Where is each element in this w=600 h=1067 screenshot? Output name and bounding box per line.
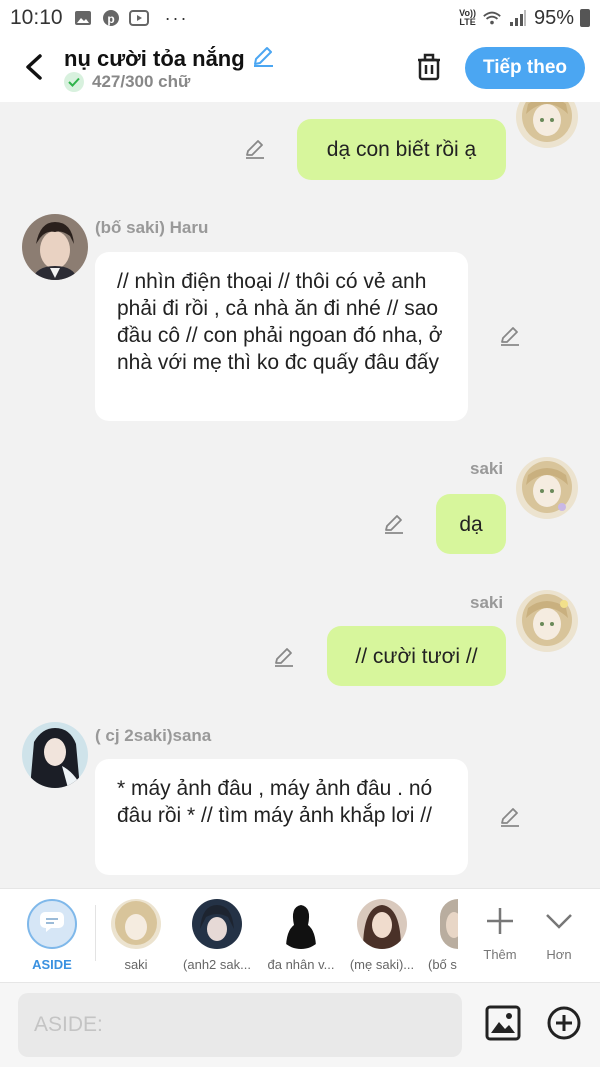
- battery-icon: [580, 9, 590, 27]
- more-notifications-icon: ···: [164, 7, 189, 28]
- character-selector: ASIDE saki (anh2 sak... đa nhân v... (mẹ…: [0, 888, 600, 983]
- signal-icon: [508, 9, 528, 27]
- message-bubble[interactable]: dạ: [436, 494, 506, 554]
- character-anh2-saki[interactable]: [192, 899, 242, 949]
- message-bubble[interactable]: * máy ảnh đâu , máy ảnh đâu . nó đâu rồi…: [95, 759, 468, 875]
- character-label: đa nhân v...: [267, 957, 335, 972]
- edit-icon[interactable]: [272, 645, 296, 669]
- chat-area[interactable]: dạ con biết rồi ạ (bố saki) Haru // nhìn…: [0, 102, 600, 888]
- check-icon: [64, 72, 84, 92]
- message-text: // nhìn điện thoại // thôi có vẻ anh phả…: [117, 270, 443, 374]
- edit-icon[interactable]: [498, 324, 522, 348]
- svg-text:p: p: [107, 12, 114, 26]
- sender-name: saki: [470, 459, 504, 478]
- message-input[interactable]: [18, 993, 462, 1057]
- sender-name: ( cj 2saki)sana: [95, 726, 212, 745]
- avatar-saki[interactable]: [516, 457, 578, 519]
- message-text: dạ con biết rồi ạ: [326, 138, 477, 161]
- battery-percent: 95%: [533, 6, 574, 29]
- more-label: Hơn: [546, 947, 572, 962]
- character-label: (mẹ saki)...: [349, 957, 415, 972]
- gallery-notification-icon: [73, 9, 93, 27]
- pinterest-notification-icon: p: [101, 9, 121, 27]
- back-arrow-icon[interactable]: [20, 52, 48, 82]
- plus-icon[interactable]: [480, 901, 520, 941]
- aside-label: ASIDE: [32, 957, 72, 972]
- character-label: (anh2 sak...: [183, 957, 251, 972]
- message-bubble[interactable]: dạ con biết rồi ạ: [297, 119, 506, 180]
- sender-name: (bố saki) Haru: [95, 218, 209, 237]
- input-bar: [0, 983, 600, 1067]
- video-notification-icon: [128, 9, 149, 27]
- chat-bubble-icon: [39, 911, 65, 938]
- word-count: 427/300 chữ: [64, 72, 190, 92]
- edit-icon[interactable]: [498, 805, 522, 829]
- volte-icon: Vo)) LTE: [459, 8, 476, 27]
- character-multi[interactable]: [276, 899, 326, 949]
- message-text: dạ: [459, 512, 483, 536]
- avatar-saki[interactable]: [516, 102, 578, 148]
- avatar-sana[interactable]: [22, 722, 88, 788]
- story-title-text: nụ cười tỏa nắng: [64, 46, 245, 71]
- message-bubble[interactable]: // nhìn điện thoại // thôi có vẻ anh phả…: [95, 252, 468, 421]
- editor-header: nụ cười tỏa nắng 427/300 chữ Tiếp theo: [0, 36, 600, 102]
- trash-icon[interactable]: [414, 52, 444, 82]
- story-title[interactable]: nụ cười tỏa nắng: [64, 44, 275, 74]
- avatar-haru[interactable]: [22, 214, 88, 280]
- avatar-saki[interactable]: [516, 590, 578, 652]
- message-text: * máy ảnh đâu , máy ảnh đâu . nó đâu rồi…: [117, 777, 433, 827]
- status-bar: 10:10 p ··· Vo)) LTE 95%: [0, 0, 600, 36]
- image-icon[interactable]: [485, 1005, 523, 1043]
- character-saki[interactable]: [111, 899, 161, 949]
- divider: [95, 905, 96, 961]
- word-count-text: 427/300 chữ: [92, 72, 191, 91]
- status-time: 10:10: [10, 6, 63, 29]
- add-circle-icon[interactable]: [546, 1005, 584, 1043]
- character-me-saki[interactable]: [357, 899, 407, 949]
- add-character-label: Thêm: [483, 947, 517, 962]
- next-button[interactable]: Tiếp theo: [465, 47, 585, 89]
- pencil-icon[interactable]: [251, 44, 275, 74]
- character-bo-saki[interactable]: [440, 899, 458, 949]
- sender-name: saki: [470, 593, 504, 612]
- aside-button[interactable]: [27, 899, 77, 949]
- message-bubble[interactable]: // cười tươi //: [327, 626, 506, 686]
- chevron-down-icon[interactable]: [539, 901, 579, 941]
- wifi-icon: [482, 9, 502, 27]
- edit-icon[interactable]: [382, 512, 406, 536]
- message-text: // cười tươi //: [355, 644, 478, 668]
- character-label: saki: [124, 957, 148, 972]
- edit-icon[interactable]: [243, 137, 267, 161]
- character-label: (bố s: [428, 957, 457, 972]
